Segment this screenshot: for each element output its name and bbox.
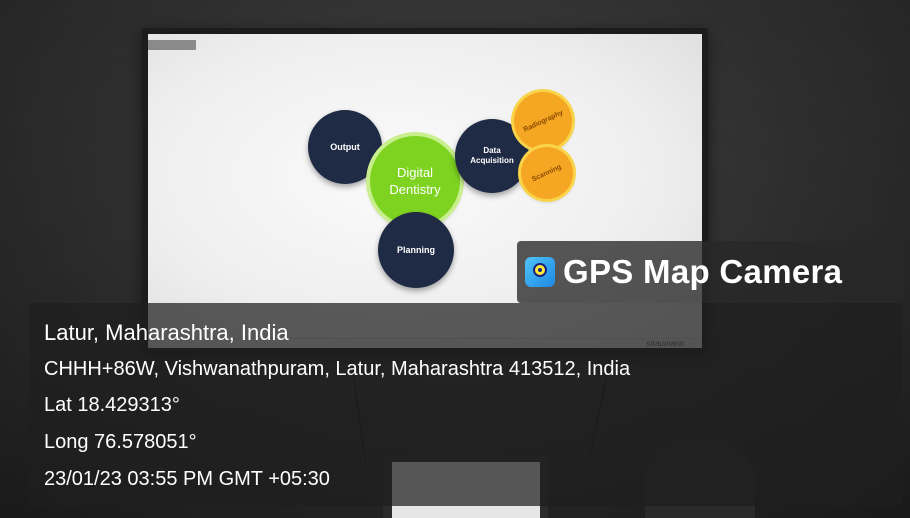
geotag-info-panel: Latur, Maharashtra, India CHHH+86W, Vish… [29,303,902,506]
full-address: CHHH+86W, Vishwanathpuram, Latur, Mahara… [44,358,631,380]
digital-dentistry-label: Digital Dentistry [389,165,441,197]
planning-label: Planning [397,245,435,255]
longitude: Long 76.578051° [44,431,197,453]
map-pin-dot [538,268,542,272]
datetime: 23/01/23 03:55 PM GMT +05:30 [44,468,330,490]
scanning-label: Scanning [531,163,563,183]
radiography-circle: Radiography [514,92,572,150]
place-name: Latur, Maharashtra, India [44,320,289,345]
screen-tab-bar [148,40,196,50]
badge-title: GPS Map Camera [563,253,843,290]
data-acquisition-label: Data Acquisition [470,146,514,165]
output-label: Output [330,142,360,152]
scanning-circle: Scanning [521,147,573,199]
latitude: Lat 18.429313° [44,394,180,416]
gps-map-camera-badge: GPS Map Camera [517,241,902,303]
gps-map-camera-app-icon [525,257,555,287]
planning-circle: Planning [378,212,454,288]
radiography-label: Radiography [522,108,564,134]
photo-scene: Output Digital Dentistry Data Acquisitio… [0,0,910,518]
